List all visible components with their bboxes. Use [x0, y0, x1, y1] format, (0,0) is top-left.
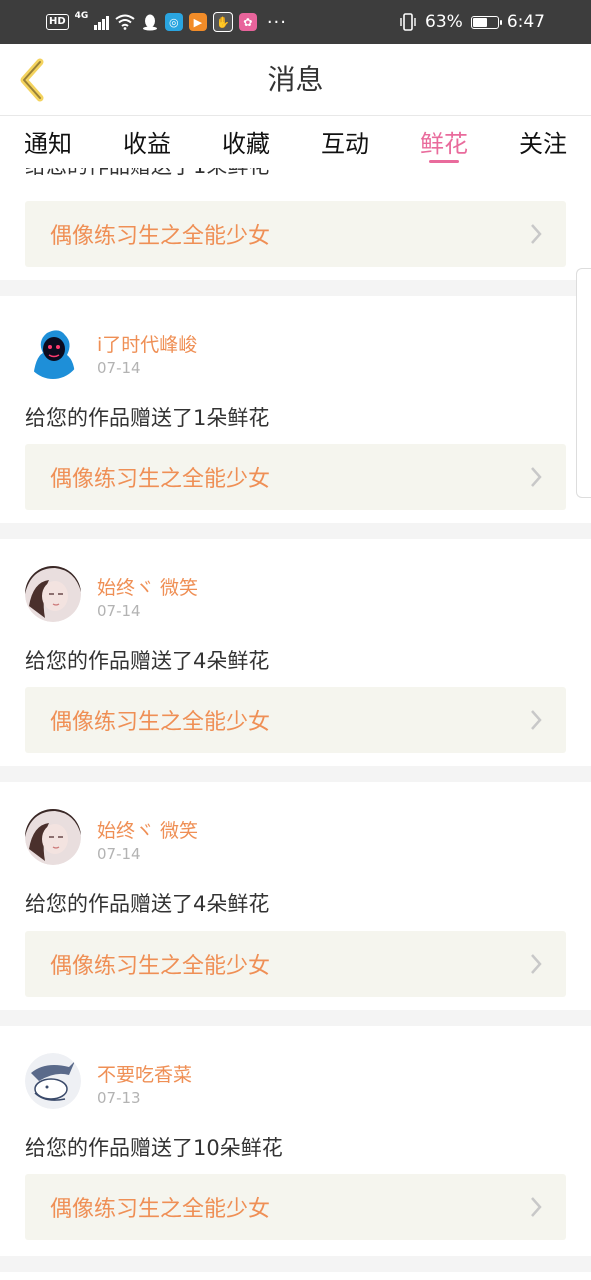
message-card: 始终ヾ 微笑 07-14 给您的作品赠送了4朵鲜花 偶像练习生之全能少女	[0, 782, 591, 1010]
chevron-right-icon	[531, 710, 542, 730]
message-card: i了时代峰峻 07-14 给您的作品赠送了1朵鲜花 偶像练习生之全能少女	[0, 296, 591, 523]
message-date: 07-14	[97, 602, 141, 620]
message-text: 给您的作品赠送了10朵鲜花	[25, 1136, 283, 1160]
work-link[interactable]: 偶像练习生之全能少女	[25, 201, 566, 267]
photo-app-icon: ✿	[238, 13, 257, 31]
vibrate-icon	[400, 13, 416, 31]
username[interactable]: 始终ヾ 微笑	[97, 573, 198, 600]
work-title: 偶像练习生之全能少女	[50, 954, 271, 979]
avatar-image	[25, 323, 81, 379]
avatar-image	[25, 566, 81, 622]
qq-icon	[142, 14, 157, 31]
tab-interactions[interactable]: 互动	[321, 124, 369, 164]
battery-percent: 63%	[425, 12, 463, 32]
username[interactable]: 不要吃香菜	[97, 1060, 192, 1087]
message-card: 给您的作品赠送了1朵鲜花 偶像练习生之全能少女	[0, 168, 591, 280]
work-link[interactable]: 偶像练习生之全能少女	[25, 1174, 566, 1240]
tab-following[interactable]: 关注	[519, 124, 567, 164]
avatar[interactable]	[25, 323, 81, 379]
status-icons-right: 63% 6:47	[399, 10, 545, 34]
card-separator	[0, 1256, 591, 1272]
work-title: 偶像练习生之全能少女	[50, 710, 271, 735]
card-separator	[0, 766, 591, 782]
message-text: 给您的作品赠送了4朵鲜花	[25, 892, 270, 916]
chevron-right-icon	[531, 954, 542, 974]
chevron-right-icon	[531, 467, 542, 487]
username[interactable]: 始终ヾ 微笑	[97, 816, 198, 843]
card-separator	[0, 280, 591, 296]
network-type: 4G	[74, 11, 89, 21]
wifi-icon	[115, 14, 135, 30]
browser-app-icon: ◎	[164, 13, 183, 31]
chevron-right-icon	[531, 224, 542, 244]
tab-earnings[interactable]: 收益	[123, 124, 171, 164]
status-bar: HD 4G ◎ ▶ ✋ ✿ ··· 63% 6:47	[0, 0, 591, 44]
avatar[interactable]	[25, 809, 81, 865]
work-title: 偶像练习生之全能少女	[50, 224, 271, 249]
message-text: 给您的作品赠送了1朵鲜花	[25, 168, 269, 180]
more-notifications-icon: ···	[266, 11, 287, 33]
battery-icon	[470, 15, 502, 29]
chevron-right-icon	[531, 1197, 542, 1217]
message-card	[0, 1272, 591, 1280]
message-list[interactable]: 给您的作品赠送了1朵鲜花 偶像练习生之全能少女 i了时代峰峻 07-14 给您的…	[0, 168, 591, 1280]
message-date: 07-13	[97, 1089, 141, 1107]
avatar-image	[25, 809, 81, 865]
tab-flowers[interactable]: 鲜花	[420, 124, 468, 164]
message-tabs: 通知 收益 收藏 互动 鲜花 关注	[0, 116, 591, 168]
card-separator	[0, 1010, 591, 1026]
avatar-image	[25, 1053, 81, 1109]
active-tab-indicator	[429, 160, 459, 163]
hand-app-icon: ✋	[212, 12, 233, 32]
work-link[interactable]: 偶像练习生之全能少女	[25, 444, 566, 510]
hd-indicator: HD	[46, 14, 69, 30]
tab-notifications[interactable]: 通知	[24, 124, 72, 164]
tab-favorites[interactable]: 收藏	[222, 124, 270, 164]
message-date: 07-14	[97, 845, 141, 863]
message-date: 07-14	[97, 359, 141, 377]
header-bar: 消息	[0, 44, 591, 116]
username[interactable]: i了时代峰峻	[97, 330, 197, 357]
work-link[interactable]: 偶像练习生之全能少女	[25, 931, 566, 997]
message-card: 不要吃香菜 07-13 给您的作品赠送了10朵鲜花 偶像练习生之全能少女	[0, 1026, 591, 1256]
scrollbar[interactable]	[576, 268, 591, 498]
signal-icon	[94, 14, 109, 30]
message-text: 给您的作品赠送了1朵鲜花	[25, 406, 270, 430]
video-app-icon: ▶	[188, 13, 207, 31]
work-link[interactable]: 偶像练习生之全能少女	[25, 687, 566, 753]
avatar[interactable]	[25, 1053, 81, 1109]
work-title: 偶像练习生之全能少女	[50, 467, 271, 492]
avatar[interactable]	[25, 566, 81, 622]
work-title: 偶像练习生之全能少女	[50, 1197, 271, 1222]
clock: 6:47	[506, 12, 545, 32]
status-icons-left: HD 4G ◎ ▶ ✋ ✿ ···	[46, 10, 287, 34]
page-title: 消息	[267, 63, 324, 96]
message-text: 给您的作品赠送了4朵鲜花	[25, 649, 270, 673]
card-separator	[0, 523, 591, 539]
message-card: 始终ヾ 微笑 07-14 给您的作品赠送了4朵鲜花 偶像练习生之全能少女	[0, 539, 591, 766]
